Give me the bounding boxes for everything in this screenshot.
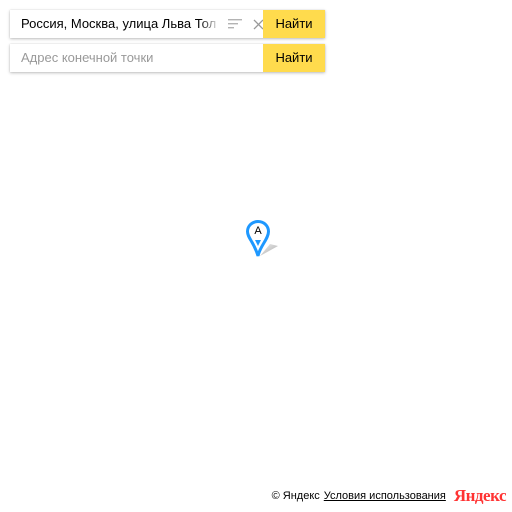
end-point-input[interactable]: Адрес конечной точки [21,44,216,72]
terms-of-use-link[interactable]: Условия использования [324,490,446,502]
start-point-input[interactable]: Россия, Москва, улица Льва Толстого, 16 [21,10,216,38]
route-point-a-marker[interactable]: A [245,219,280,258]
list-lines-icon[interactable] [227,16,243,32]
end-point-field[interactable]: Адрес конечной точки [10,44,263,72]
end-point-search: Адрес конечной точки Найти [10,44,325,72]
copyright-text: © Яндекс [271,489,320,502]
close-icon[interactable] [250,16,263,32]
text-fade [200,12,220,36]
yandex-logo[interactable]: Яндекс [454,487,507,504]
map-footer: © Яндекс Условия использования Яндекс [271,487,507,504]
start-point-field[interactable]: Россия, Москва, улица Льва Толстого, 16 [10,10,263,38]
end-search-button[interactable]: Найти [263,44,325,72]
start-point-search: Россия, Москва, улица Льва Толстого, 16 … [10,10,325,38]
start-search-button[interactable]: Найти [263,10,325,38]
marker-label: A [254,225,262,237]
map-canvas[interactable]: Россия, Москва, улица Льва Толстого, 16 … [0,0,512,512]
